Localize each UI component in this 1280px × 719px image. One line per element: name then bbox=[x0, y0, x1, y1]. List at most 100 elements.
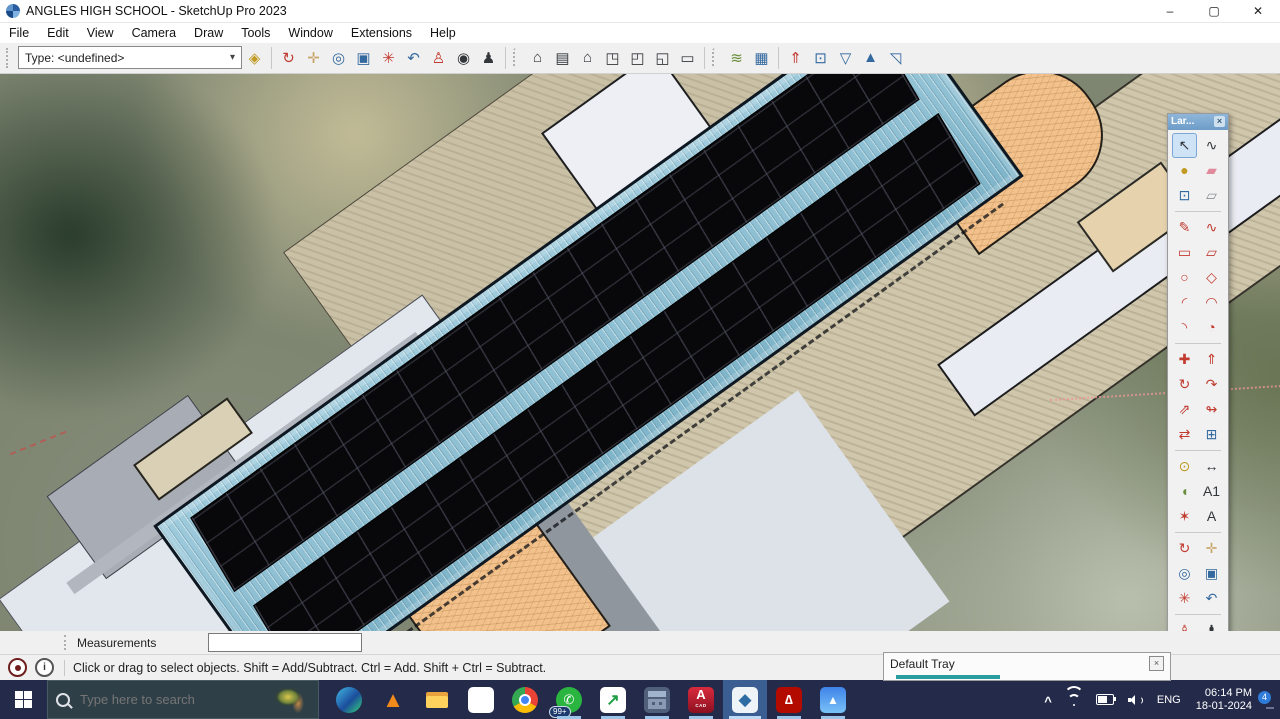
arc-icon[interactable]: ◜ bbox=[1172, 290, 1197, 315]
axes-icon[interactable]: ✶ bbox=[1172, 504, 1197, 529]
paint-bucket-icon[interactable]: ● bbox=[1172, 158, 1197, 183]
eraser-icon[interactable]: ▰ bbox=[1199, 158, 1224, 183]
taskbar-app-stocks[interactable]: ↗ bbox=[591, 680, 635, 719]
palette-title-bar[interactable]: Lar... × bbox=[1168, 114, 1228, 130]
search-input[interactable] bbox=[78, 691, 270, 708]
credits-info-icon[interactable]: i bbox=[35, 658, 54, 677]
menu-help[interactable]: Help bbox=[421, 24, 465, 42]
minimize-button[interactable]: – bbox=[1148, 0, 1192, 22]
palette-close-icon[interactable]: × bbox=[1214, 116, 1225, 127]
add-detail-icon[interactable]: ▲ bbox=[858, 46, 883, 70]
select-icon[interactable]: ↖ bbox=[1172, 133, 1197, 158]
rectangle-icon[interactable]: ▭ bbox=[1172, 240, 1197, 265]
zoom-icon[interactable]: ◎ bbox=[1172, 561, 1197, 586]
orbit-icon[interactable]: ↻ bbox=[276, 46, 301, 70]
flip-icon[interactable]: ⇄ bbox=[1172, 422, 1197, 447]
tape-measure-icon[interactable]: ⊙ bbox=[1172, 454, 1197, 479]
battery-icon[interactable] bbox=[1096, 694, 1114, 705]
taskbar-app-microsoft-store[interactable] bbox=[459, 680, 503, 719]
taskbar-app-file-explorer[interactable] bbox=[415, 680, 459, 719]
zoom-previous-icon[interactable]: ↶ bbox=[1199, 586, 1224, 611]
offset-icon[interactable]: ↬ bbox=[1199, 397, 1224, 422]
menu-file[interactable]: File bbox=[0, 24, 38, 42]
stamp-icon[interactable]: ⊡ bbox=[808, 46, 833, 70]
view-bottom-icon[interactable]: ▭ bbox=[675, 46, 700, 70]
menu-view[interactable]: View bbox=[78, 24, 123, 42]
view-left-icon[interactable]: ◱ bbox=[650, 46, 675, 70]
default-tray-title-bar[interactable]: Default Tray × bbox=[884, 653, 1170, 674]
taskbar-app-autocad[interactable]: ACAD bbox=[679, 680, 723, 719]
zoom-extents-icon[interactable]: ✳ bbox=[376, 46, 401, 70]
classifier-icon[interactable]: ◈ bbox=[242, 46, 267, 70]
classification-type-dropdown[interactable]: Type: <undefined> ▾ bbox=[18, 46, 242, 69]
zoom-previous-icon[interactable]: ↶ bbox=[401, 46, 426, 70]
taskbar-app-sketchup[interactable]: ◆ bbox=[723, 680, 767, 719]
walk-icon[interactable]: ♟ bbox=[476, 46, 501, 70]
orbit-icon[interactable]: ↻ bbox=[1172, 536, 1197, 561]
rotated-rectangle-icon[interactable]: ▱ bbox=[1199, 240, 1224, 265]
pan-icon[interactable]: ✛ bbox=[301, 46, 326, 70]
menu-window[interactable]: Window bbox=[279, 24, 341, 42]
drape-icon[interactable]: ▽ bbox=[833, 46, 858, 70]
sandbox-from-contours-icon[interactable]: ≋ bbox=[724, 46, 749, 70]
view-back-icon[interactable]: ◰ bbox=[625, 46, 650, 70]
view-top-icon[interactable]: ▤ bbox=[550, 46, 575, 70]
sandbox-from-scratch-icon[interactable]: ▦ bbox=[749, 46, 774, 70]
menu-draw[interactable]: Draw bbox=[185, 24, 232, 42]
zoom-window-icon[interactable]: ▣ bbox=[351, 46, 376, 70]
zoom-icon[interactable]: ◎ bbox=[326, 46, 351, 70]
tray-chevron-icon[interactable]: ^ bbox=[1044, 694, 1052, 709]
line-icon[interactable]: ✎ bbox=[1172, 215, 1197, 240]
circle-icon[interactable]: ○ bbox=[1172, 265, 1197, 290]
view-front-icon[interactable]: ⌂ bbox=[575, 46, 600, 70]
clock[interactable]: 06:14 PM 18-01-2024 bbox=[1196, 687, 1252, 713]
flip-edge-icon[interactable]: ◹ bbox=[883, 46, 908, 70]
view-right-icon[interactable]: ◳ bbox=[600, 46, 625, 70]
view-iso-icon[interactable]: ⌂ bbox=[525, 46, 550, 70]
search-highlight-image[interactable] bbox=[270, 685, 310, 715]
default-tray-close-icon[interactable]: × bbox=[1149, 656, 1164, 671]
measurements-input[interactable] bbox=[208, 633, 362, 652]
volume-icon[interactable] bbox=[1128, 694, 1143, 706]
three-point-arc-icon[interactable]: ◝ bbox=[1172, 315, 1197, 340]
solid-tools-icon[interactable]: ⊞ bbox=[1199, 422, 1224, 447]
scale-icon[interactable]: ⇗ bbox=[1172, 397, 1197, 422]
tag-icon[interactable]: ▱ bbox=[1199, 183, 1224, 208]
zoom-extents-icon[interactable]: ✳ bbox=[1172, 586, 1197, 611]
freehand-icon[interactable]: ∿ bbox=[1199, 215, 1224, 240]
3d-viewport[interactable]: Lar... × ↖∿●▰⊡▱✎∿▭▱○◇◜◠◝◔✚⇑↻↷⇗↬⇄⊞⊙↔◖A1✶A… bbox=[0, 74, 1280, 632]
menu-edit[interactable]: Edit bbox=[38, 24, 78, 42]
text-icon[interactable]: A1 bbox=[1199, 479, 1224, 504]
taskbar-app-chrome[interactable] bbox=[503, 680, 547, 719]
taskbar-app-calculator[interactable] bbox=[635, 680, 679, 719]
make-component-icon[interactable]: ⊡ bbox=[1172, 183, 1197, 208]
wifi-icon[interactable] bbox=[1066, 694, 1082, 706]
lasso-icon[interactable]: ∿ bbox=[1199, 133, 1224, 158]
taskbar-app-edge[interactable] bbox=[327, 680, 371, 719]
rotate-icon[interactable]: ↻ bbox=[1172, 372, 1197, 397]
menu-tools[interactable]: Tools bbox=[232, 24, 279, 42]
taskbar-app-photos[interactable]: ▲ bbox=[811, 680, 855, 719]
zoom-window-icon[interactable]: ▣ bbox=[1199, 561, 1224, 586]
position-camera-icon[interactable]: ♙ bbox=[1172, 618, 1197, 632]
look-around-icon[interactable]: ◉ bbox=[451, 46, 476, 70]
polygon-icon[interactable]: ◇ bbox=[1199, 265, 1224, 290]
maximize-button[interactable]: ▢ bbox=[1192, 0, 1236, 22]
menu-camera[interactable]: Camera bbox=[123, 24, 185, 42]
taskbar-search-box[interactable] bbox=[47, 680, 319, 719]
walk-icon[interactable]: ♟ bbox=[1199, 618, 1224, 632]
follow-me-icon[interactable]: ↷ bbox=[1199, 372, 1224, 397]
pie-icon[interactable]: ◔ bbox=[1199, 315, 1224, 340]
menu-extensions[interactable]: Extensions bbox=[342, 24, 421, 42]
pan-icon[interactable]: ✛ bbox=[1199, 536, 1224, 561]
close-button[interactable]: ✕ bbox=[1236, 0, 1280, 22]
push-pull-icon[interactable]: ⇑ bbox=[1199, 347, 1224, 372]
3d-text-icon[interactable]: A bbox=[1199, 504, 1224, 529]
protractor-icon[interactable]: ◖ bbox=[1172, 479, 1197, 504]
smoove-icon[interactable]: ⇑ bbox=[783, 46, 808, 70]
taskbar-app-vlc[interactable]: ▲ bbox=[371, 680, 415, 719]
start-button[interactable] bbox=[0, 680, 47, 719]
taskbar-app-whatsapp[interactable]: ✆ 99+ bbox=[547, 680, 591, 719]
geolocation-icon[interactable] bbox=[8, 658, 27, 677]
position-camera-icon[interactable]: ♙ bbox=[426, 46, 451, 70]
